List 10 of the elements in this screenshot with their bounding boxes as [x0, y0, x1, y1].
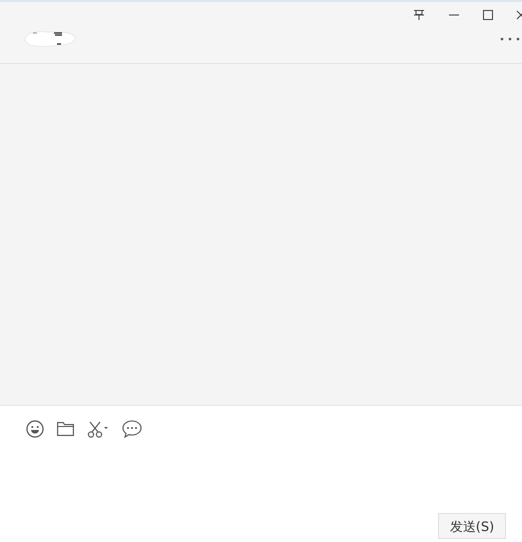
more-icon[interactable]	[500, 37, 520, 41]
folder-icon[interactable]	[57, 422, 74, 436]
maximize-icon[interactable]	[483, 10, 493, 20]
pin-icon[interactable]	[413, 9, 425, 21]
chat-bubble-icon[interactable]	[122, 420, 142, 438]
scissors-icon[interactable]	[87, 420, 109, 438]
minimize-icon[interactable]	[449, 14, 459, 16]
send-button[interactable]: 发送(S)	[438, 513, 506, 539]
close-icon[interactable]	[516, 10, 522, 20]
emoji-icon[interactable]	[26, 420, 44, 438]
